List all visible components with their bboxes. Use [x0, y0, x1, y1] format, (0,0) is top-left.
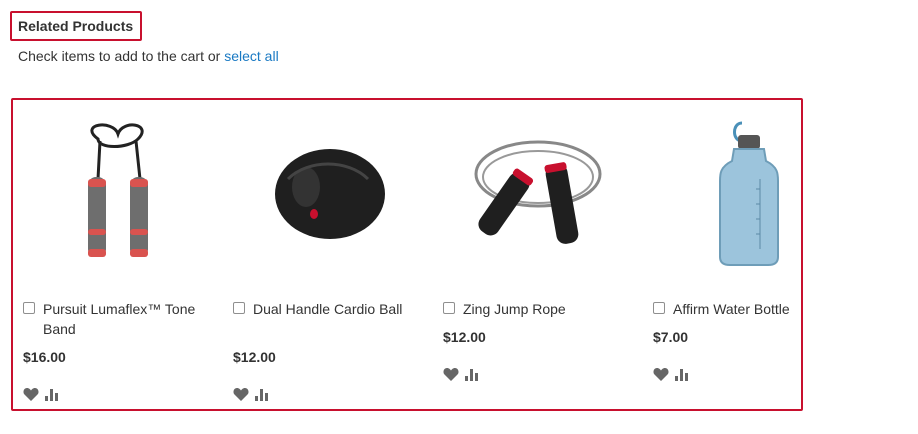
add-to-cart-checkbox[interactable]	[443, 302, 455, 314]
tone-band-image[interactable]	[18, 114, 218, 274]
heart-icon[interactable]	[443, 367, 459, 381]
heart-icon[interactable]	[23, 387, 39, 401]
product-name[interactable]: Zing Jump Rope	[463, 299, 566, 319]
product-name-row: Pursuit Lumaflex™ Tone Band	[23, 299, 213, 339]
compare-chart-icon[interactable]	[44, 387, 60, 401]
product-price: $7.00	[653, 329, 689, 345]
cardio-ball-image[interactable]	[228, 114, 428, 274]
product-name[interactable]: Dual Handle Cardio Ball	[253, 299, 402, 319]
product-name-row: Dual Handle Cardio Ball	[233, 299, 423, 319]
related-products-title: Related Products	[10, 11, 142, 41]
block-actions: Check items to add to the cart or select…	[18, 48, 279, 64]
product-name-row: Affirm Water Bottle	[653, 299, 843, 319]
product-price: $16.00	[23, 349, 66, 365]
heart-icon[interactable]	[233, 387, 249, 401]
actions-text: Check items to add to the cart or	[18, 48, 221, 64]
jump-rope-image[interactable]	[438, 114, 638, 274]
product-actions	[443, 367, 480, 381]
block-title-text: Related Products	[18, 18, 134, 34]
compare-chart-icon[interactable]	[464, 367, 480, 381]
product-actions	[653, 367, 690, 381]
select-all-link[interactable]: select all	[224, 48, 278, 64]
product-price: $12.00	[443, 329, 486, 345]
product-actions	[233, 387, 270, 401]
add-to-cart-checkbox[interactable]	[23, 302, 35, 314]
product-price: $12.00	[233, 349, 276, 365]
product-actions	[23, 387, 60, 401]
heart-icon[interactable]	[653, 367, 669, 381]
product-name[interactable]: Affirm Water Bottle	[673, 299, 790, 319]
add-to-cart-checkbox[interactable]	[233, 302, 245, 314]
compare-chart-icon[interactable]	[674, 367, 690, 381]
product-name[interactable]: Pursuit Lumaflex™ Tone Band	[43, 299, 213, 339]
compare-chart-icon[interactable]	[254, 387, 270, 401]
add-to-cart-checkbox[interactable]	[653, 302, 665, 314]
product-name-row: Zing Jump Rope	[443, 299, 633, 319]
water-bottle-image[interactable]	[648, 114, 848, 274]
product-grid: Pursuit Lumaflex™ Tone Band $16.00 Dual …	[11, 98, 803, 411]
